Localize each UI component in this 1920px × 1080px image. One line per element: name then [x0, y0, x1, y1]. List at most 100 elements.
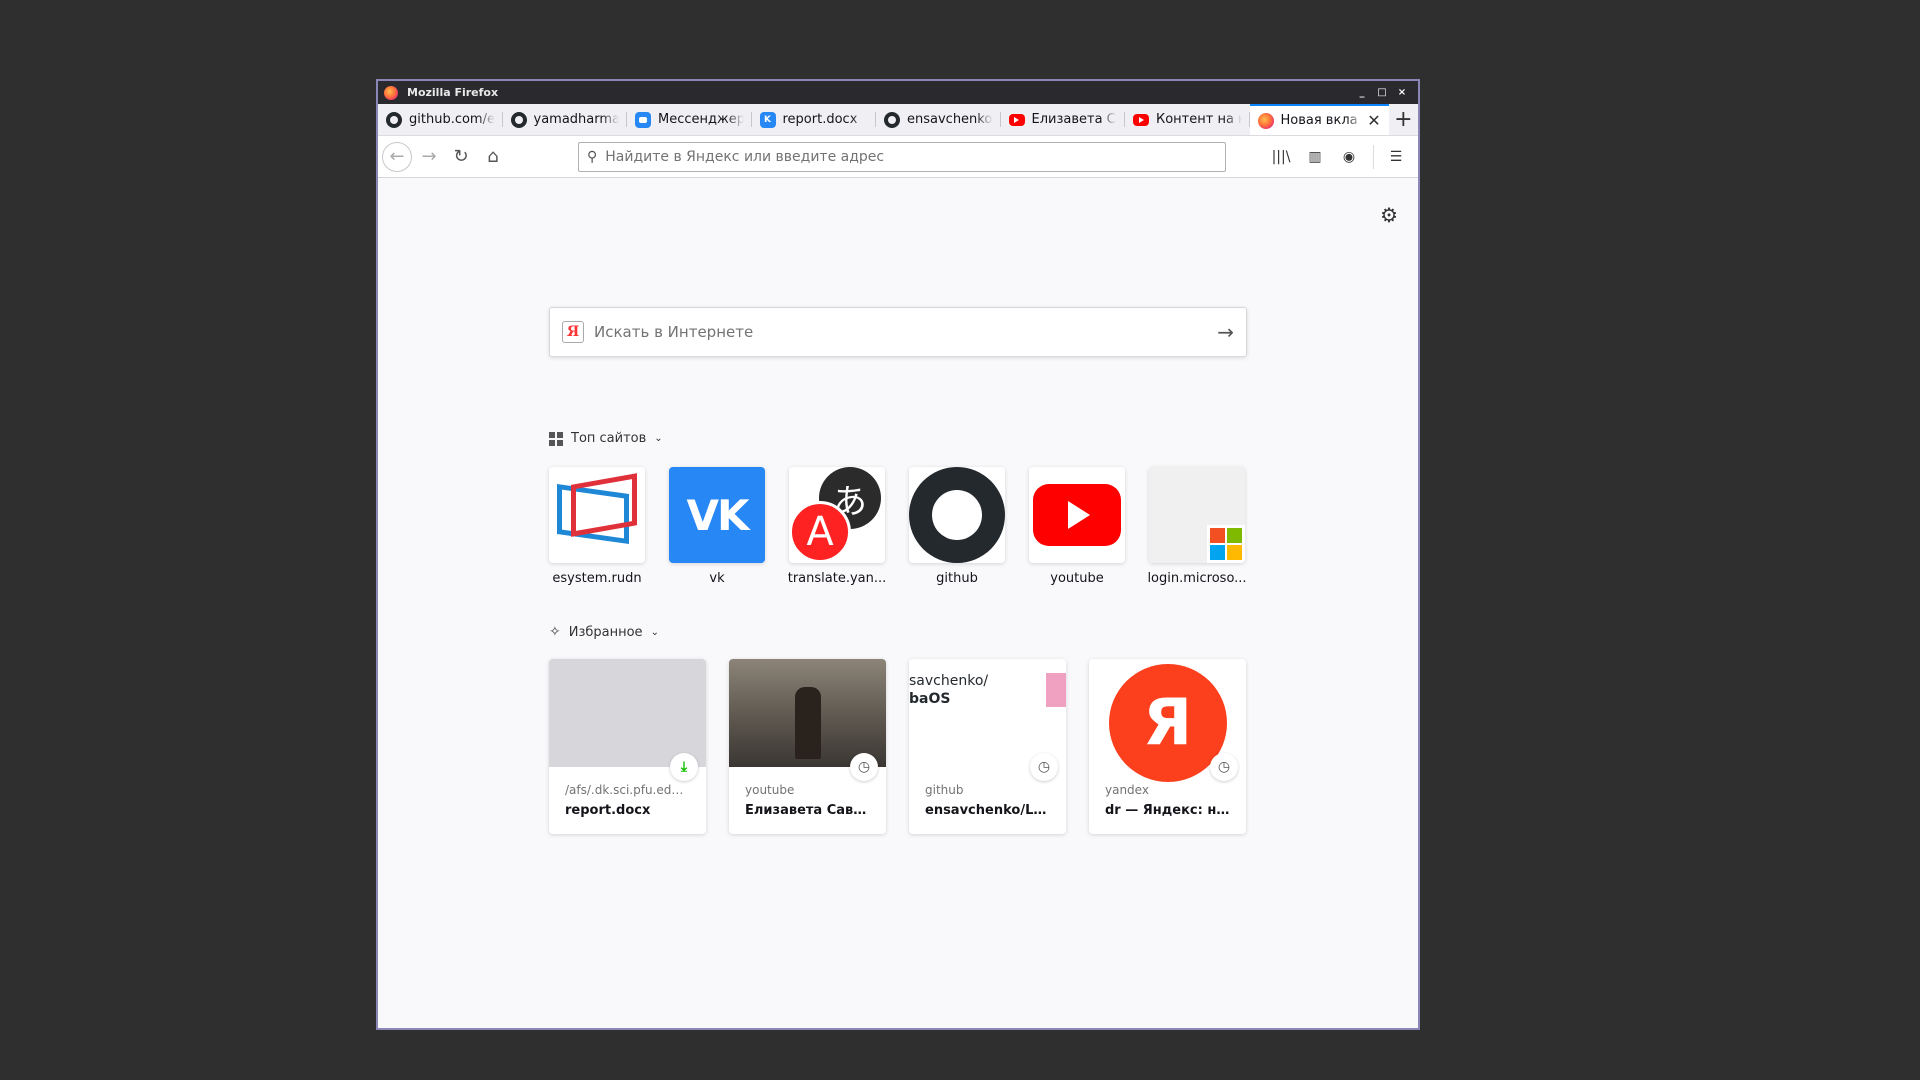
card-thumbnail: [729, 659, 886, 767]
top-sites-title: Топ сайтов: [571, 431, 647, 446]
toolbar-separator: [1373, 144, 1374, 169]
new-tab-button[interactable]: +: [1389, 104, 1418, 135]
history-icon: ◷: [850, 753, 878, 781]
youtube-icon: [1008, 113, 1025, 126]
highlight-card[interactable]: savchenko/ baOS ◷ github ensavchenko/Lab…: [909, 659, 1066, 834]
tab-ensavchenko[interactable]: ensavchenko/: [876, 104, 1001, 135]
history-icon: ◷: [1210, 753, 1238, 781]
search-icon: ⚲: [587, 148, 598, 165]
toolbar-right: |||\ ▥ ◉ ☰: [1265, 142, 1414, 172]
top-site-label: youtube: [1050, 571, 1104, 586]
window-title: Mozilla Firefox: [407, 86, 499, 99]
github-icon: [510, 111, 527, 128]
top-site-label: vk: [709, 571, 725, 586]
search-submit-icon[interactable]: →: [1217, 320, 1234, 344]
github-logo-icon: [909, 467, 1005, 563]
highlights-grid: ⤓ /afs/.dk.sci.pfu.edu.... report.docx ◷…: [549, 659, 1246, 834]
github-icon: [386, 111, 402, 128]
close-window-button[interactable]: ×: [1392, 87, 1412, 98]
chevron-down-icon: ⌄: [654, 433, 663, 444]
title-bar: Mozilla Firefox _ □ ×: [378, 81, 1418, 104]
youtube-icon: [1133, 113, 1149, 126]
tab-new-tab[interactable]: Новая вкла ✕: [1249, 104, 1389, 135]
tab-report[interactable]: K report.docx: [752, 104, 877, 135]
tab-label: Новая вкла: [1280, 113, 1358, 128]
tab-yamadharma[interactable]: yamadharma: [503, 104, 628, 135]
yandex-logo-icon: Я: [1108, 664, 1227, 782]
yandex-logo-icon: Я: [562, 321, 584, 343]
github-icon: [884, 111, 900, 128]
new-tab-page: ⚙ Я Искать в Интернете → Топ сайтов ⌄ es…: [378, 181, 1418, 1028]
card-title: report.docx: [565, 803, 651, 818]
card-thumbnail: Я: [1089, 659, 1246, 782]
reload-button[interactable]: ↻: [446, 142, 476, 172]
translate-logo-icon: あ A: [789, 467, 885, 563]
esystem-logo-icon: [549, 467, 645, 563]
highlight-card[interactable]: ◷ youtube Елизавета Савче...: [729, 659, 886, 834]
highlights-title: Избранное: [568, 624, 643, 640]
url-placeholder: Найдите в Яндекс или введите адрес: [605, 148, 885, 165]
tab-youtube-content[interactable]: Контент на к: [1125, 104, 1250, 135]
vk-messenger-icon: [635, 111, 651, 128]
home-button[interactable]: ⌂: [478, 142, 508, 172]
top-site-label: translate.yan...: [787, 571, 887, 586]
card-thumbnail: [549, 659, 706, 767]
gear-icon[interactable]: ⚙: [1380, 203, 1398, 227]
forward-button[interactable]: →: [414, 142, 444, 172]
card-source: youtube: [745, 783, 795, 797]
tab-label: report.docx: [782, 112, 858, 127]
firefox-logo-icon: [384, 85, 398, 100]
tab-github[interactable]: github.com/e: [378, 104, 503, 135]
history-icon: ◷: [1030, 753, 1058, 781]
firefox-icon: [1257, 112, 1274, 129]
card-source: yandex: [1105, 783, 1149, 797]
tab-label: yamadharma: [533, 112, 620, 127]
minimize-button[interactable]: _: [1352, 87, 1372, 98]
tab-label: github.com/e: [409, 112, 495, 127]
close-tab-icon[interactable]: ✕: [1367, 111, 1380, 130]
card-title: dr — Яндекс: на...: [1105, 803, 1230, 818]
top-site-vk[interactable]: VK vk: [669, 467, 765, 586]
top-site-label: github: [936, 571, 978, 586]
card-thumbnail: savchenko/ baOS: [909, 659, 1066, 767]
tab-messenger[interactable]: Мессенджер: [627, 104, 752, 135]
top-site-translate[interactable]: あ A translate.yan...: [787, 467, 887, 586]
card-title: ensavchenko/Lab...: [925, 803, 1050, 818]
top-site-esystem[interactable]: esystem.rudn: [549, 467, 645, 586]
top-site-youtube[interactable]: youtube: [1029, 467, 1125, 586]
url-bar[interactable]: ⚲ Найдите в Яндекс или введите адрес: [578, 141, 1226, 172]
youtube-logo-icon: [1029, 467, 1125, 563]
maximize-button[interactable]: □: [1372, 87, 1392, 98]
firefox-window: Mozilla Firefox _ □ × github.com/e yamad…: [376, 79, 1420, 1030]
account-icon[interactable]: ◉: [1333, 142, 1365, 172]
top-site-label: login.microso...: [1147, 571, 1247, 586]
vk-logo-icon: VK: [669, 467, 765, 563]
highlights-icon: ✧: [549, 624, 561, 640]
highlight-card[interactable]: Я ◷ yandex dr — Яндекс: на...: [1089, 659, 1246, 834]
highlight-card[interactable]: ⤓ /afs/.dk.sci.pfu.edu.... report.docx: [549, 659, 706, 834]
top-site-microsoft[interactable]: login.microso...: [1147, 467, 1247, 586]
tab-label: Мессенджер: [658, 112, 744, 127]
top-site-label: esystem.rudn: [552, 571, 642, 586]
tab-label: Елизавета Са: [1031, 112, 1118, 127]
top-site-github[interactable]: github: [909, 467, 1005, 586]
navigation-bar: ← → ↻ ⌂ ⚲ Найдите в Яндекс или введите а…: [378, 136, 1418, 178]
vk-icon: K: [759, 111, 776, 128]
card-title: Елизавета Савче...: [745, 803, 870, 818]
web-search-box[interactable]: Я Искать в Интернете →: [549, 307, 1247, 357]
library-icon[interactable]: |||\: [1265, 142, 1297, 172]
grid-icon: [549, 431, 563, 446]
card-source: /afs/.dk.sci.pfu.edu....: [565, 783, 690, 797]
top-sites-grid: esystem.rudn VK vk あ A translate.yan... …: [549, 467, 1247, 586]
download-icon: ⤓: [670, 753, 698, 781]
tab-youtube-elizaveta[interactable]: Елизавета Са: [1001, 104, 1126, 135]
menu-icon[interactable]: ☰: [1380, 142, 1412, 172]
card-source: github: [925, 783, 964, 797]
top-sites-header[interactable]: Топ сайтов ⌄: [549, 431, 663, 446]
chevron-down-icon: ⌄: [650, 626, 659, 638]
sidebar-icon[interactable]: ▥: [1299, 142, 1331, 172]
highlights-header[interactable]: ✧ Избранное ⌄: [549, 624, 659, 640]
back-button[interactable]: ←: [382, 141, 412, 172]
microsoft-logo-icon: [1149, 467, 1245, 563]
tab-label: ensavchenko/: [907, 112, 993, 127]
